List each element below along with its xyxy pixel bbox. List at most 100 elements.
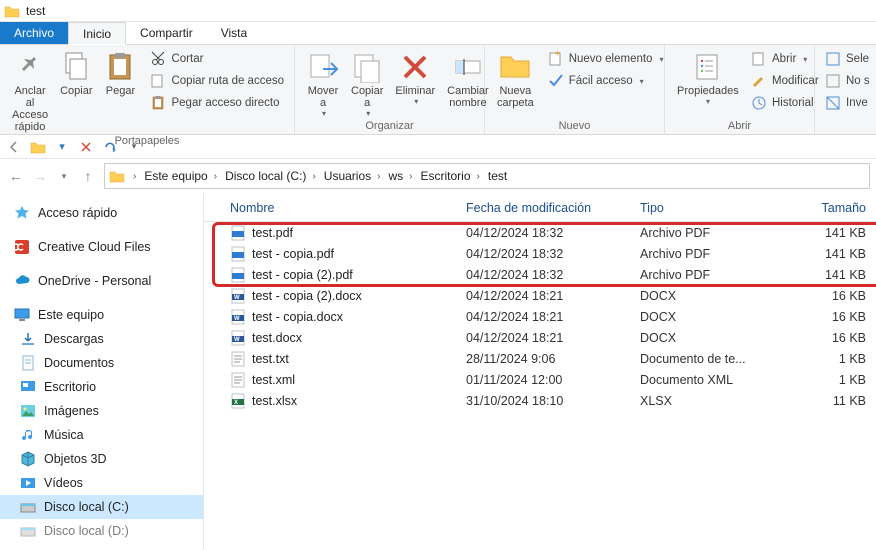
paste-button[interactable]: Pegar [98,49,142,99]
open-icon [751,51,767,67]
nav-forward-button[interactable]: → [30,166,50,186]
nav-creative-cloud[interactable]: Creative Cloud Files [0,235,203,259]
pin-icon [14,51,46,83]
file-icon [230,267,246,283]
nav-3d-objects[interactable]: Objetos 3D [0,447,203,471]
file-row[interactable]: test.docx04/12/2024 18:21DOCX16 KB [204,327,876,348]
ribbon-tabs: Archivo Inicio Compartir Vista [0,22,876,45]
select-all-button[interactable]: Sele [821,49,874,69]
file-type: DOCX [640,310,790,324]
file-row[interactable]: test - copia (2).pdf04/12/2024 18:32Arch… [204,264,876,285]
close-icon[interactable] [76,137,96,157]
file-row[interactable]: test - copia.docx04/12/2024 18:21DOCX16 … [204,306,876,327]
folder-icon[interactable] [28,137,48,157]
properties-button[interactable]: Propiedades▾ [671,49,743,108]
nav-disk-d[interactable]: Disco local (D:) [0,519,203,543]
breadcrumb-item: Este equipo› [140,169,221,183]
col-nombre[interactable]: Nombre [230,201,466,215]
copy-path-button[interactable]: Copiar ruta de acceso [146,71,288,91]
select-none-icon [825,73,841,89]
tab-vista[interactable]: Vista [207,22,261,44]
documents-icon [20,355,36,371]
folder-icon [4,4,20,18]
tab-compartir[interactable]: Compartir [126,22,207,44]
col-fecha[interactable]: Fecha de modificación [466,201,640,215]
refresh-icon[interactable] [100,137,120,157]
nav-disk-c[interactable]: Disco local (C:) [0,495,203,519]
breadcrumb-item: test [484,169,511,183]
file-row[interactable]: test.txt28/11/2024 9:06Documento de te..… [204,348,876,369]
nav-videos[interactable]: Vídeos [0,471,203,495]
nav-up-button[interactable]: ↑ [78,166,98,186]
copy-to-button[interactable]: Copiar a▾ [345,49,389,120]
edit-button[interactable]: Modificar [747,71,823,91]
svg-text:✶: ✶ [554,51,561,58]
address-row: ← → ▾ ↑ › Este equipo› Disco local (C:)›… [0,159,876,193]
cloud-icon [14,273,30,289]
nav-recent-button[interactable]: ▾ [54,166,74,186]
new-folder-button[interactable]: Nueva carpeta [491,49,540,111]
new-item-button[interactable]: ✶Nuevo elemento▾ [544,49,668,69]
invert-selection-button[interactable]: Inve [821,93,874,113]
chevron-down-icon: ▾ [706,97,710,106]
group-label-organizar: Organizar [295,120,484,134]
breadcrumb-item: Disco local (C:)› [221,169,320,183]
history-button[interactable]: Historial [747,93,823,113]
nav-onedrive[interactable]: OneDrive - Personal [0,269,203,293]
rename-icon [452,51,484,83]
file-icon [230,309,246,325]
nav-music[interactable]: Música [0,423,203,447]
cut-button[interactable]: Cortar [146,49,288,69]
open-button[interactable]: Abrir▾ [747,49,823,69]
scissors-icon [150,51,166,67]
edit-icon [751,73,767,89]
file-icon [230,372,246,388]
file-size: 141 KB [790,268,876,282]
file-type: DOCX [640,331,790,345]
file-name: test.pdf [252,226,293,240]
select-none-button[interactable]: No s [821,71,874,91]
copy-path-icon [150,73,166,89]
pin-quick-access-button[interactable]: Anclar al Acceso rápido [6,49,54,135]
nav-images[interactable]: Imágenes [0,399,203,423]
move-to-button[interactable]: Mover a▾ [301,49,345,120]
file-row[interactable]: test.xlsx31/10/2024 18:10XLSX11 KB [204,390,876,411]
ribbon: Anclar al Acceso rápido Copiar Pegar Cor… [0,45,876,135]
easy-access-button[interactable]: Fácil acceso▾ [544,71,668,91]
nav-quick-access[interactable]: Acceso rápido [0,201,203,225]
nav-downloads[interactable]: Descargas [0,327,203,351]
tab-archivo[interactable]: Archivo [0,22,68,44]
file-row[interactable]: test.pdf04/12/2024 18:32Archivo PDF141 K… [204,222,876,243]
file-icon [230,288,246,304]
copy-button[interactable]: Copiar [54,49,98,99]
back-nav-icon[interactable] [4,137,24,157]
file-row[interactable]: test - copia (2).docx04/12/2024 18:21DOC… [204,285,876,306]
move-to-icon [307,51,339,83]
copy-to-icon [351,51,383,83]
nav-back-button[interactable]: ← [6,166,26,186]
nav-documents[interactable]: Documentos [0,351,203,375]
monitor-icon [14,307,30,323]
breadcrumb-item: Usuarios› [320,169,385,183]
delete-button[interactable]: Eliminar▾ [389,49,441,108]
breadcrumb-item: ws› [384,169,416,183]
col-tamano[interactable]: Tamaño [790,201,876,215]
new-item-icon: ✶ [548,51,564,67]
chevron-down-icon: ▾ [640,77,644,86]
file-row[interactable]: test - copia.pdf04/12/2024 18:32Archivo … [204,243,876,264]
star-icon [14,205,30,221]
file-icon [230,246,246,262]
nav-this-pc[interactable]: Este equipo [0,303,203,327]
file-size: 1 KB [790,352,876,366]
down-icon[interactable]: ▾ [52,137,72,157]
col-tipo[interactable]: Tipo [640,201,790,215]
nav-desktop[interactable]: Escritorio [0,375,203,399]
dropdown-icon[interactable]: ▾ [124,137,144,157]
file-row[interactable]: test.xml01/11/2024 12:00Documento XML1 K… [204,369,876,390]
file-icon [230,225,246,241]
file-name: test.xml [252,373,295,387]
address-bar[interactable]: › Este equipo› Disco local (C:)› Usuario… [104,163,870,189]
tab-inicio[interactable]: Inicio [68,22,126,45]
paste-icon [104,51,136,83]
paste-shortcut-button[interactable]: Pegar acceso directo [146,93,288,113]
